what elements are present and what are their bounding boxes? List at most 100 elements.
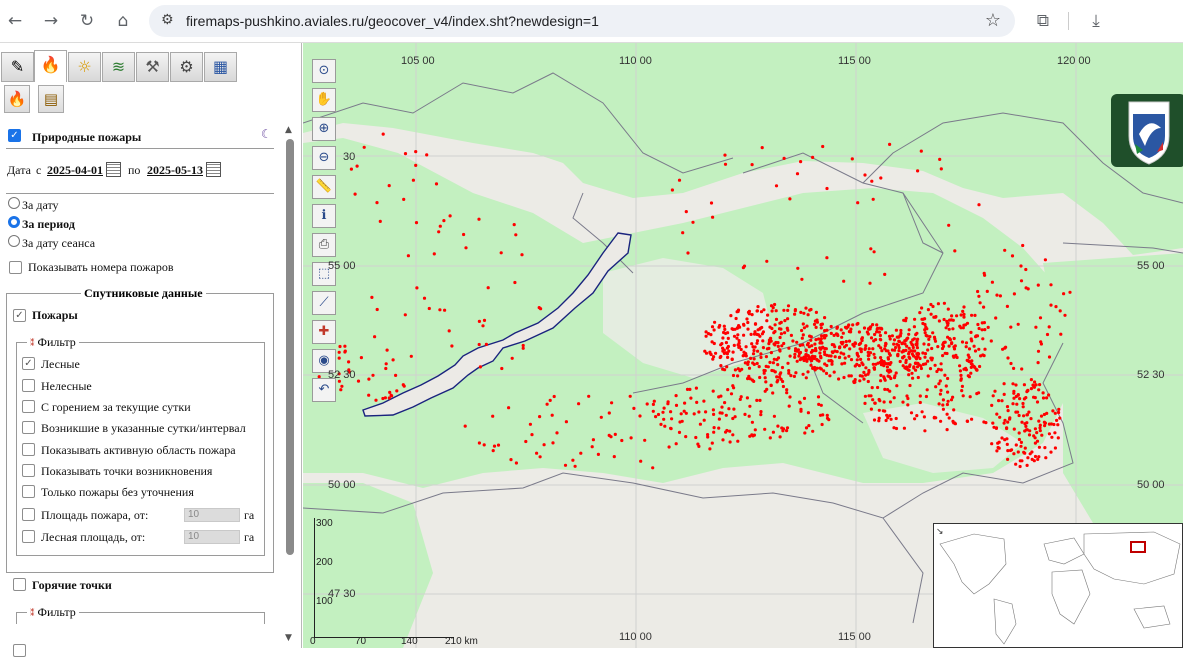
address-bar[interactable]: ⚙ firemaps-pushkino.aviales.ru/geocover_…: [149, 5, 1015, 37]
fire-point: [813, 342, 817, 346]
back-arrow-icon[interactable]: ←: [4, 10, 26, 32]
area-input[interactable]: 10: [184, 508, 240, 522]
filter-burning-today-checkbox[interactable]: [22, 400, 35, 413]
date-to-link[interactable]: 2025-05-13: [147, 163, 203, 178]
fire-point: [728, 429, 732, 433]
moon-icon[interactable]: ☾: [261, 127, 272, 141]
site-settings-icon[interactable]: ⚙: [161, 12, 174, 28]
radio-by-period[interactable]: [8, 216, 20, 228]
tab-weather-icon[interactable]: ☼: [68, 52, 101, 82]
calendar-from-icon[interactable]: [106, 162, 121, 177]
overview-minimap[interactable]: ↘: [933, 523, 1183, 648]
forward-arrow-icon[interactable]: →: [40, 10, 62, 32]
fire-point: [938, 379, 942, 383]
fire-point: [1035, 439, 1040, 443]
subtab-fire-icon[interactable]: 🔥: [4, 85, 30, 113]
fire-point: [897, 340, 902, 344]
hotspots-filter-legend[interactable]: ⁑ Фильтр: [27, 605, 79, 620]
next-section-checkbox[interactable]: [13, 644, 26, 657]
area-label: Площадь пожара, от:: [41, 508, 149, 522]
fire-point: [959, 373, 963, 377]
tab-table-icon[interactable]: ▦: [204, 52, 237, 82]
area-checkbox[interactable]: [22, 508, 35, 521]
fire-point: [1047, 422, 1051, 426]
bookmark-star-icon[interactable]: ☆: [985, 10, 1001, 31]
fire-point: [978, 301, 982, 305]
hotspots-checkbox[interactable]: [13, 578, 26, 591]
fire-point: [945, 321, 949, 325]
filter-nonforest-checkbox[interactable]: [22, 379, 35, 392]
fire-map[interactable]: ⊙ ✋ ⊕ ⊖ 📏 ℹ ⎙ ⬚ ⟋ ✚ ◉ ↶ 105 00 110 00 11…: [303, 43, 1183, 648]
fire-point: [798, 400, 802, 404]
pan-hand-icon[interactable]: ✋: [312, 88, 336, 112]
filter-origin-points-checkbox[interactable]: [22, 464, 35, 477]
fire-point: [414, 150, 418, 154]
filter-unrefined-checkbox[interactable]: [22, 485, 35, 498]
zoom-out-icon[interactable]: ⊖: [312, 146, 336, 170]
home-icon[interactable]: ⌂: [112, 10, 134, 32]
ruler-icon[interactable]: 📏: [312, 175, 336, 199]
tab-layers-icon[interactable]: ≋: [102, 52, 135, 82]
date-from-link[interactable]: 2025-04-01: [47, 163, 103, 178]
tab-settings-icon[interactable]: ⚙: [170, 52, 203, 82]
scroll-up-icon[interactable]: ▲: [285, 125, 292, 135]
fire-point: [952, 347, 957, 351]
fire-point: [977, 347, 981, 351]
reload-icon[interactable]: ↻: [76, 10, 98, 32]
scale-bar-horizontal: [314, 637, 454, 638]
filter-active-area-checkbox[interactable]: [22, 443, 35, 456]
fire-point: [953, 249, 957, 253]
tab-fires-icon[interactable]: 🔥: [34, 50, 67, 82]
undo-icon[interactable]: ↶: [312, 378, 336, 402]
fire-point: [795, 340, 799, 344]
filter-legend[interactable]: ⁑ Фильтр: [27, 335, 79, 350]
fire-point: [932, 415, 937, 419]
fire-point: [702, 418, 706, 422]
radio-by-date[interactable]: [8, 197, 20, 209]
url-text[interactable]: firemaps-pushkino.aviales.ru/geocover_v4…: [186, 13, 599, 29]
avialesookhrana-logo[interactable]: [1111, 94, 1183, 167]
forest-area-checkbox[interactable]: [22, 530, 35, 543]
calendar-to-icon[interactable]: [206, 162, 221, 177]
panel-scrollbar[interactable]: ▲ ▼: [284, 125, 296, 645]
fire-point: [983, 347, 987, 351]
fire-point: [1027, 433, 1032, 437]
fire-point: [759, 355, 763, 359]
fire-point: [847, 354, 851, 358]
zoom-in-icon[interactable]: ⊕: [312, 117, 336, 141]
fire-point: [755, 309, 759, 313]
fire-point: [816, 395, 821, 399]
fire-point: [406, 254, 410, 258]
fire-point: [692, 412, 696, 416]
fire-point: [936, 345, 940, 349]
fire-point: [937, 382, 941, 386]
extensions-icon[interactable]: ⧉: [1032, 10, 1054, 32]
fire-point: [545, 402, 549, 406]
overview-icon[interactable]: ⊙: [312, 59, 336, 83]
fire-point: [807, 345, 811, 349]
radio-by-period-label: За период: [22, 217, 75, 231]
downloads-icon[interactable]: ⤓: [1085, 10, 1107, 32]
fire-point: [806, 313, 810, 317]
tab-tools-icon[interactable]: ✎: [1, 52, 34, 82]
tab-instruments-icon[interactable]: ⚒: [136, 52, 169, 82]
filter-started-in-interval-checkbox[interactable]: [22, 421, 35, 434]
info-icon[interactable]: ℹ: [312, 204, 336, 228]
add-point-icon[interactable]: ✚: [312, 320, 336, 344]
polyline-icon[interactable]: ⟋: [312, 291, 336, 315]
fire-point: [725, 365, 729, 369]
minimap-collapse-icon[interactable]: ↘: [936, 527, 944, 537]
forest-area-input[interactable]: 10: [184, 530, 240, 544]
scroll-thumb[interactable]: [286, 139, 294, 555]
scroll-down-icon[interactable]: ▼: [285, 633, 292, 643]
subtab-building-icon[interactable]: ▤: [38, 85, 64, 113]
fire-point: [920, 306, 924, 310]
show-numbers-checkbox[interactable]: [9, 261, 22, 274]
fire-point: [896, 353, 900, 357]
radio-by-session[interactable]: [8, 235, 20, 247]
print-icon[interactable]: ⎙: [312, 233, 336, 257]
natural-fires-checkbox[interactable]: ✓: [8, 129, 21, 142]
fires-checkbox[interactable]: ✓: [13, 309, 26, 322]
lon-label-bottom: 115 00: [838, 631, 871, 643]
filter-forest-checkbox[interactable]: ✓: [22, 357, 35, 370]
